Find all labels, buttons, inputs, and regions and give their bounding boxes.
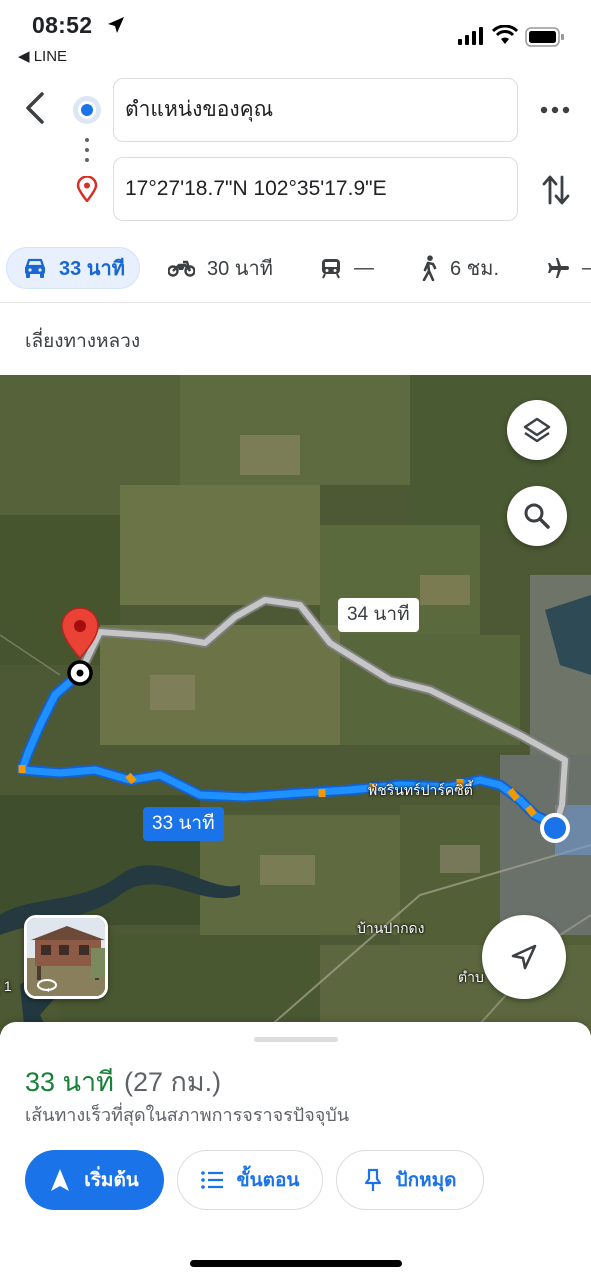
avoid-highways-option[interactable]: เลี่ยงทางหลวง	[25, 326, 140, 356]
car-icon	[25, 258, 45, 278]
pin-label: ปักหมุด	[395, 1170, 457, 1191]
steps-button[interactable]: ขั้นตอน	[177, 1150, 323, 1210]
origin-dot-icon	[78, 101, 96, 119]
more-options-icon[interactable]	[539, 100, 571, 120]
place-label: ตำบ	[458, 969, 484, 985]
start-label: เริ่มต้น	[84, 1170, 139, 1191]
route-duration: 33 นาที	[25, 1067, 114, 1097]
wifi-icon	[492, 25, 518, 44]
header-divider	[0, 302, 591, 303]
tab-flight[interactable]: –	[546, 247, 591, 289]
tab-transit[interactable]: —	[320, 247, 374, 289]
place-label: พัชรินทร์ปาร์คซิตี้	[368, 782, 473, 798]
battery-icon	[525, 27, 564, 47]
map-view[interactable]: 34 นาที 33 นาที พัชรินทร์ปาร์คซิตี้ บ้าน…	[0, 375, 591, 1035]
route-summary-sheet[interactable]: 33 นาที (27 กม.) เส้นทางเร็วที่สุดในสภาพก…	[0, 1022, 591, 1280]
destination-pin-icon	[76, 176, 98, 202]
main-route-time-label[interactable]: 33 นาที	[143, 807, 224, 841]
steps-label: ขั้นตอน	[236, 1170, 300, 1191]
list-icon	[200, 1171, 223, 1189]
walking-icon	[422, 255, 437, 281]
start-navigation-button[interactable]: เริ่มต้น	[25, 1150, 164, 1210]
flight-icon	[548, 258, 569, 278]
tab-walking-label: 6 ชม.	[450, 258, 499, 280]
pin-icon	[364, 1168, 381, 1191]
route-description: เส้นทางเร็วที่สุดในสภาพการจราจรปัจจุบัน	[25, 1105, 350, 1125]
search-along-route-button[interactable]	[507, 486, 567, 546]
tab-walking[interactable]: 6 ชม.	[420, 247, 499, 289]
motorcycle-icon	[168, 260, 195, 277]
status-time: 08:52	[32, 12, 93, 38]
route-connector-dots	[84, 138, 90, 164]
navigation-arrow-icon	[511, 944, 537, 970]
search-icon	[524, 503, 550, 529]
tab-driving-label: 33 นาที	[59, 258, 125, 280]
route-eta: 33 นาที (27 กม.)	[25, 1060, 221, 1103]
travel-mode-tabs: 33 นาที 30 นาที — 6 ชม. –	[0, 244, 591, 294]
origin-input[interactable]: ตำแหน่งของคุณ	[113, 78, 518, 142]
street-view-thumbnail[interactable]	[24, 915, 108, 999]
tab-motorcycle-label: 30 นาที	[207, 258, 273, 280]
place-label: บ้านปากดง	[357, 920, 425, 936]
back-to-app-link[interactable]: ◀ LINE	[18, 47, 67, 65]
status-bar: 08:52 ◀ LINE	[0, 0, 591, 70]
destination-input[interactable]: 17°27'18.7"N 102°35'17.9"E	[113, 157, 518, 221]
map-layers-button[interactable]	[507, 400, 567, 460]
home-indicator	[190, 1260, 402, 1267]
tab-motorcycle[interactable]: 30 นาที	[168, 247, 273, 289]
tab-flight-label: –	[582, 257, 591, 280]
swap-directions-icon[interactable]	[541, 173, 571, 207]
rotate-360-icon	[37, 979, 57, 992]
layers-icon	[523, 417, 551, 443]
my-location-button[interactable]	[482, 915, 566, 999]
place-label: ู่ 1	[0, 978, 12, 994]
route-distance: (27 กม.)	[123, 1067, 222, 1097]
back-arrow-icon[interactable]	[18, 88, 52, 128]
transit-icon	[322, 259, 340, 279]
location-arrow-icon	[108, 17, 124, 33]
drag-handle[interactable]	[254, 1037, 338, 1042]
navigation-arrow-icon	[51, 1169, 70, 1191]
tab-transit-label: —	[354, 256, 374, 279]
tab-driving[interactable]: 33 นาที	[6, 247, 140, 289]
cellular-signal-icon	[458, 27, 483, 45]
alternate-route-time-label[interactable]: 34 นาที	[338, 598, 419, 632]
pin-button[interactable]: ปักหมุด	[336, 1150, 484, 1210]
